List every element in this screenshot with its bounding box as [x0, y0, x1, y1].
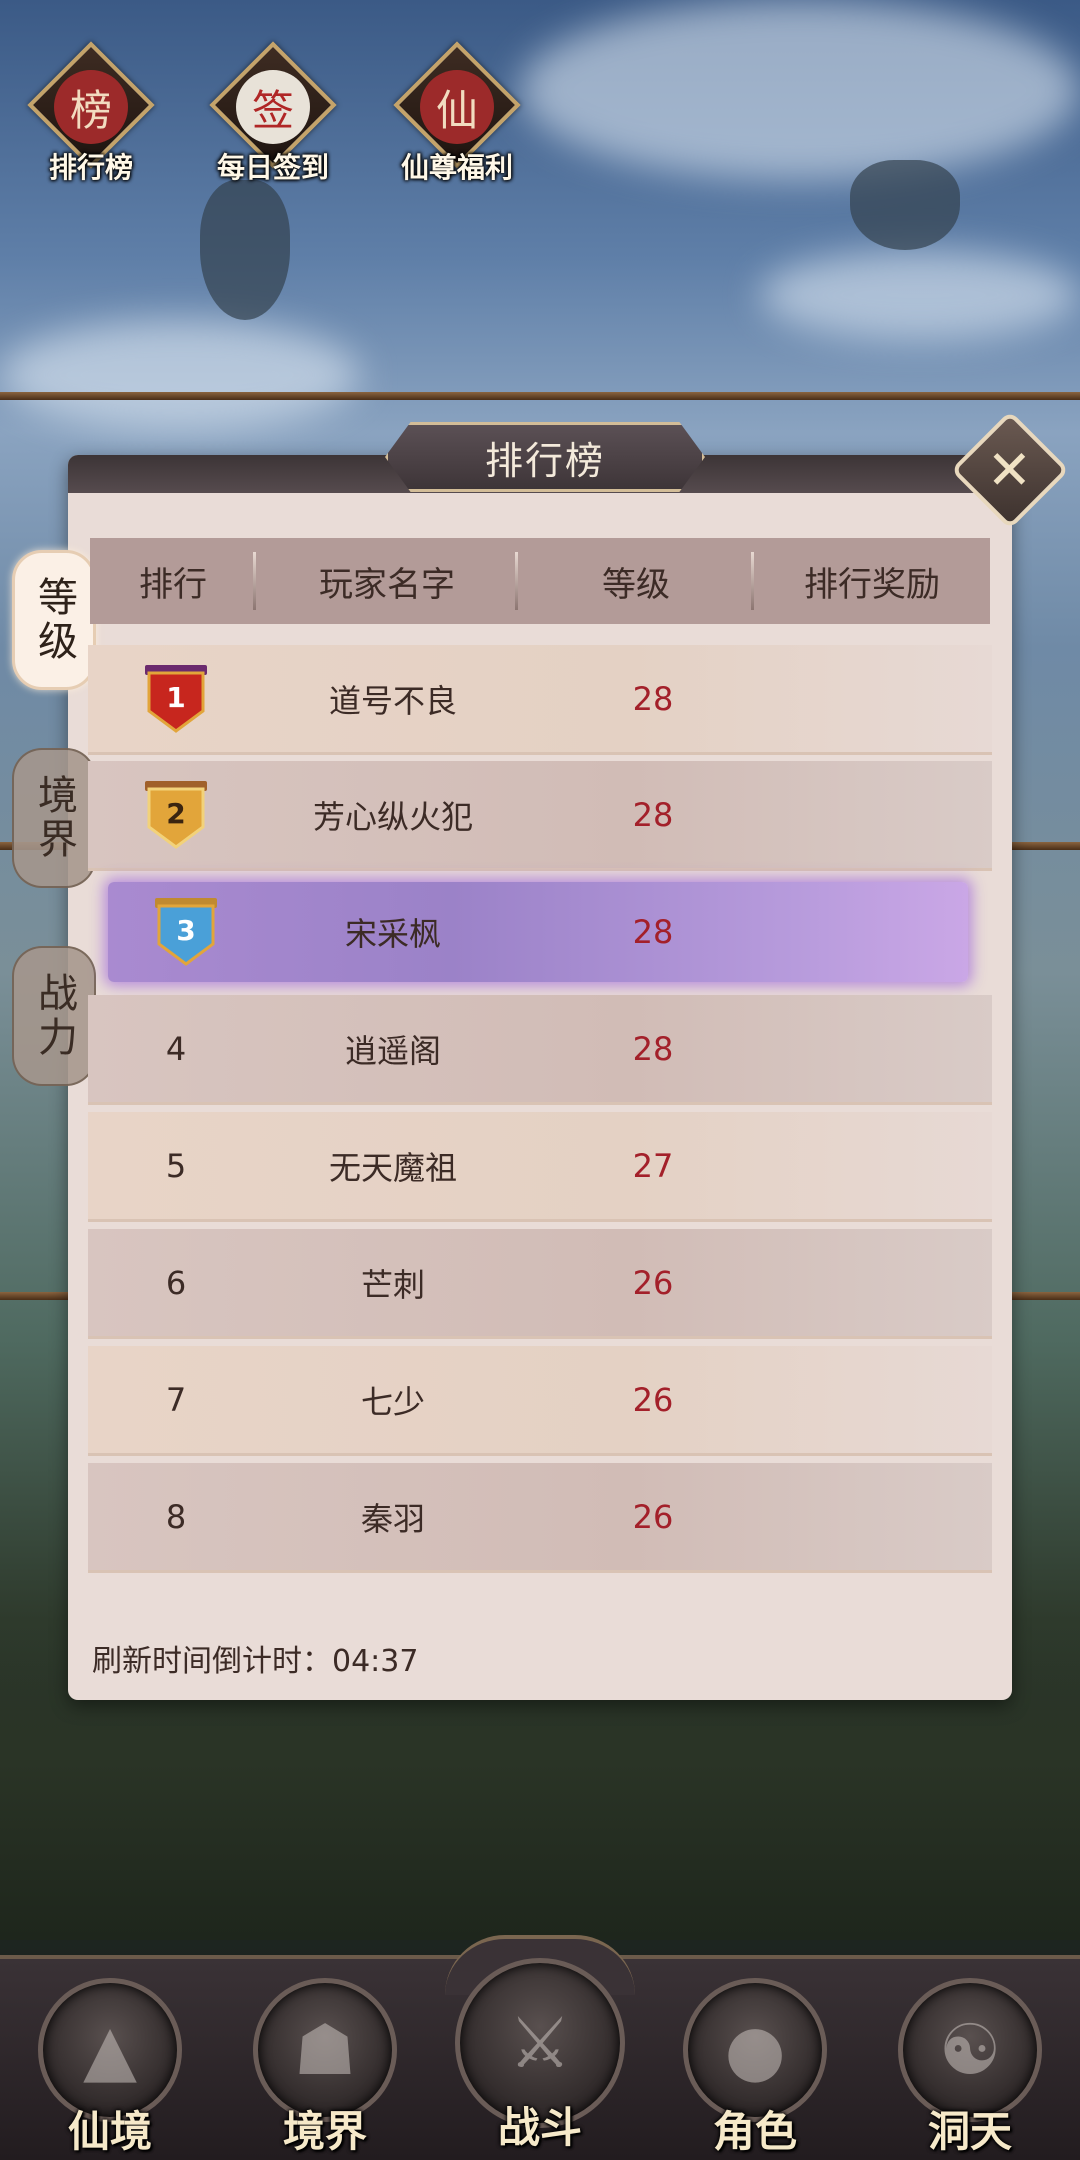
rank-number: 8 [165, 1497, 187, 1536]
nav-realm[interactable]: ☗ 境界 [245, 1978, 405, 2158]
rank-3-badge-icon: 3 [155, 898, 217, 966]
nav-fairyland-label: 仙境 [67, 2107, 152, 2156]
nav-fairyland[interactable]: ▲ 仙境 [30, 1978, 190, 2158]
table-row[interactable]: 5 无天魔祖 27 [88, 1112, 992, 1222]
refresh-countdown: 刷新时间倒计时：04:37 [92, 1644, 419, 1679]
mountain-icon: ▲ [83, 2009, 137, 2091]
character-icon: ● [724, 2009, 786, 2091]
nav-realm-label: 境界 [282, 2107, 367, 2156]
tab-realm[interactable]: 境界 [12, 748, 96, 888]
header-rank: 排行 [90, 538, 256, 624]
table-row[interactable]: 8 秦羽 26 [88, 1463, 992, 1573]
player-name: 秦羽 [360, 1499, 425, 1538]
meditation-icon: ☗ [293, 2009, 357, 2091]
triskelion-icon: ☯ [938, 2009, 1002, 2091]
player-level: 27 [632, 1146, 674, 1185]
table-row[interactable]: 2 芳心纵火犯 28 [88, 761, 992, 871]
rank-1-badge-icon: 1 [145, 664, 207, 733]
nav-battle[interactable]: ⚔ 战斗 [445, 1958, 635, 2152]
leaderboard-icon: 榜 [54, 70, 128, 144]
player-level: 28 [632, 1029, 674, 1068]
table-header: 排行 玩家名字 等级 排行奖励 [90, 538, 990, 624]
nav-cave-label: 洞天 [927, 2107, 1012, 2156]
daily-checkin-label: 每日签到 [216, 151, 329, 184]
nav-character-label: 角色 [712, 2107, 797, 2156]
table-row-highlighted[interactable]: 3 宋采枫 28 [108, 882, 968, 982]
crossed-swords-icon: ⚔ [508, 2002, 572, 2084]
leaderboard-shortcut-label: 排行榜 [48, 151, 133, 184]
table-row[interactable]: 1 道号不良 28 [88, 645, 992, 755]
table-row[interactable]: 6 芒刺 26 [88, 1229, 992, 1339]
rank-number: 7 [165, 1380, 187, 1419]
player-name: 芳心纵火犯 [312, 797, 473, 836]
immortal-welfare-button[interactable]: 仙 仙尊福利 [382, 41, 532, 200]
player-name: 逍遥阁 [344, 1031, 441, 1070]
player-name: 无天魔祖 [328, 1148, 457, 1187]
header-level: 等级 [518, 538, 754, 624]
immortal-seal-icon: 仙 [420, 70, 494, 144]
daily-checkin-button[interactable]: 签 每日签到 [198, 41, 348, 200]
tab-level[interactable]: 等级 [12, 550, 96, 690]
player-name: 宋采枫 [344, 915, 441, 953]
rank-badge-2: 2 [88, 779, 264, 851]
panel-title: 排行榜 [385, 422, 705, 492]
header-rank-reward: 排行奖励 [804, 564, 940, 605]
player-level: 28 [632, 679, 674, 718]
table-row[interactable]: 7 七少 26 [88, 1346, 992, 1456]
checkin-scroll-icon: 签 [236, 70, 310, 144]
player-name: 七少 [360, 1382, 425, 1421]
svg-text:2: 2 [166, 797, 185, 830]
svg-text:3: 3 [176, 914, 195, 947]
header-player-name: 玩家名字 [256, 538, 518, 624]
player-name: 芒刺 [360, 1265, 425, 1304]
close-icon: ✕ [987, 438, 1033, 502]
player-level: 26 [632, 1263, 674, 1302]
rank-badge-1: 1 [88, 663, 264, 735]
player-level: 26 [632, 1380, 674, 1419]
leaderboard-shortcut-button[interactable]: 榜 排行榜 [16, 41, 166, 200]
table-row[interactable]: 4 逍遥阁 28 [88, 995, 992, 1105]
player-level: 26 [632, 1497, 674, 1536]
player-level: 28 [632, 913, 674, 951]
immortal-welfare-label: 仙尊福利 [400, 151, 513, 184]
rank-badge-3: 3 [108, 896, 264, 968]
rank-2-badge-icon: 2 [145, 780, 207, 849]
rank-number: 4 [165, 1029, 187, 1068]
player-level: 28 [632, 795, 674, 834]
rank-number: 5 [165, 1146, 187, 1185]
svg-text:1: 1 [166, 681, 185, 714]
nav-character[interactable]: ● 角色 [675, 1978, 835, 2158]
tab-combat-power[interactable]: 战力 [12, 946, 96, 1086]
player-name: 道号不良 [328, 681, 457, 720]
nav-battle-label: 战斗 [497, 2103, 582, 2152]
rank-number: 6 [165, 1263, 187, 1302]
nav-cave[interactable]: ☯ 洞天 [890, 1978, 1050, 2158]
